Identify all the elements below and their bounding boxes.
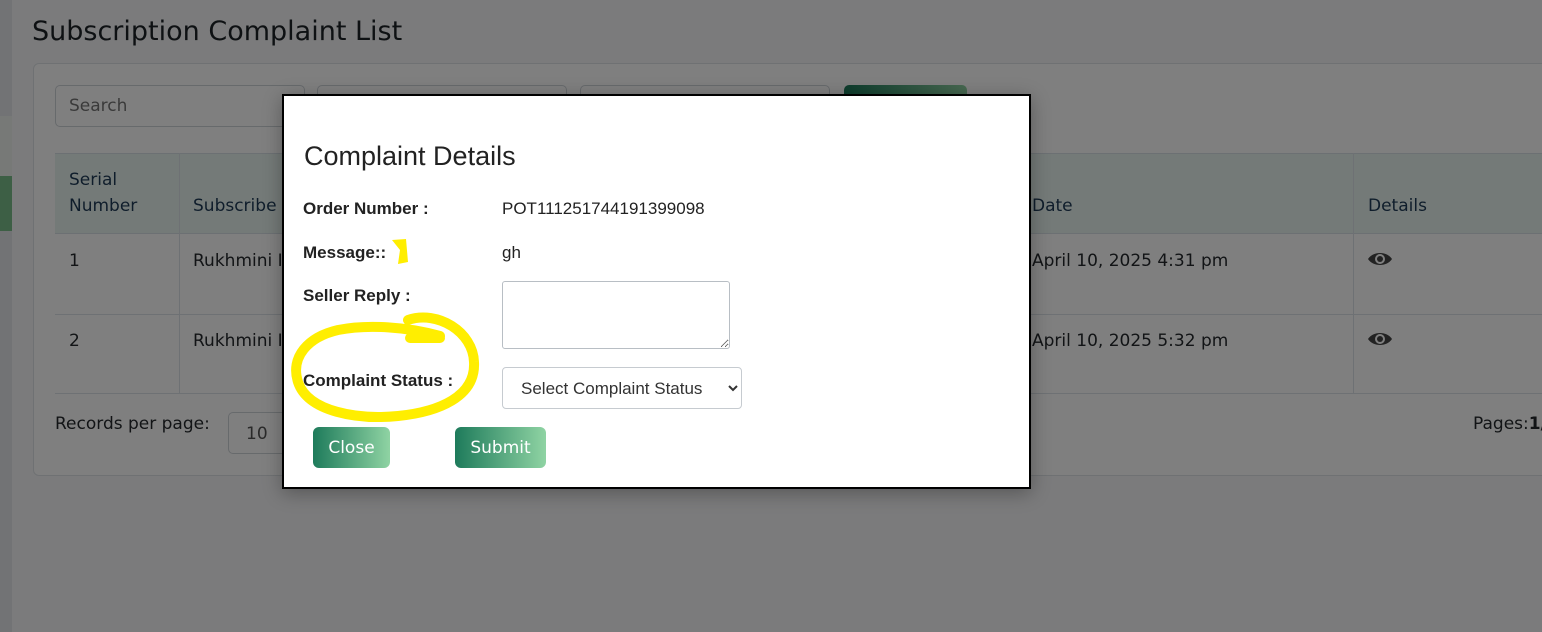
message-value: gh <box>502 243 521 262</box>
message-label: Message:: <box>303 243 387 262</box>
seller-reply-label: Seller Reply : <box>303 286 411 305</box>
modal-title: Complaint Details <box>304 141 516 171</box>
seller-reply-input[interactable] <box>502 281 730 349</box>
order-number-value: POT111251744191399098 <box>502 199 705 218</box>
complaint-details-modal: Complaint Details Order Number : POT1112… <box>282 94 1031 489</box>
submit-button[interactable]: Submit <box>455 427 546 468</box>
complaint-status-label: Complaint Status : <box>303 371 454 390</box>
order-number-label: Order Number : <box>303 199 429 218</box>
close-button[interactable]: Close <box>313 427 390 468</box>
complaint-status-select[interactable]: Select Complaint Status <box>502 367 742 409</box>
